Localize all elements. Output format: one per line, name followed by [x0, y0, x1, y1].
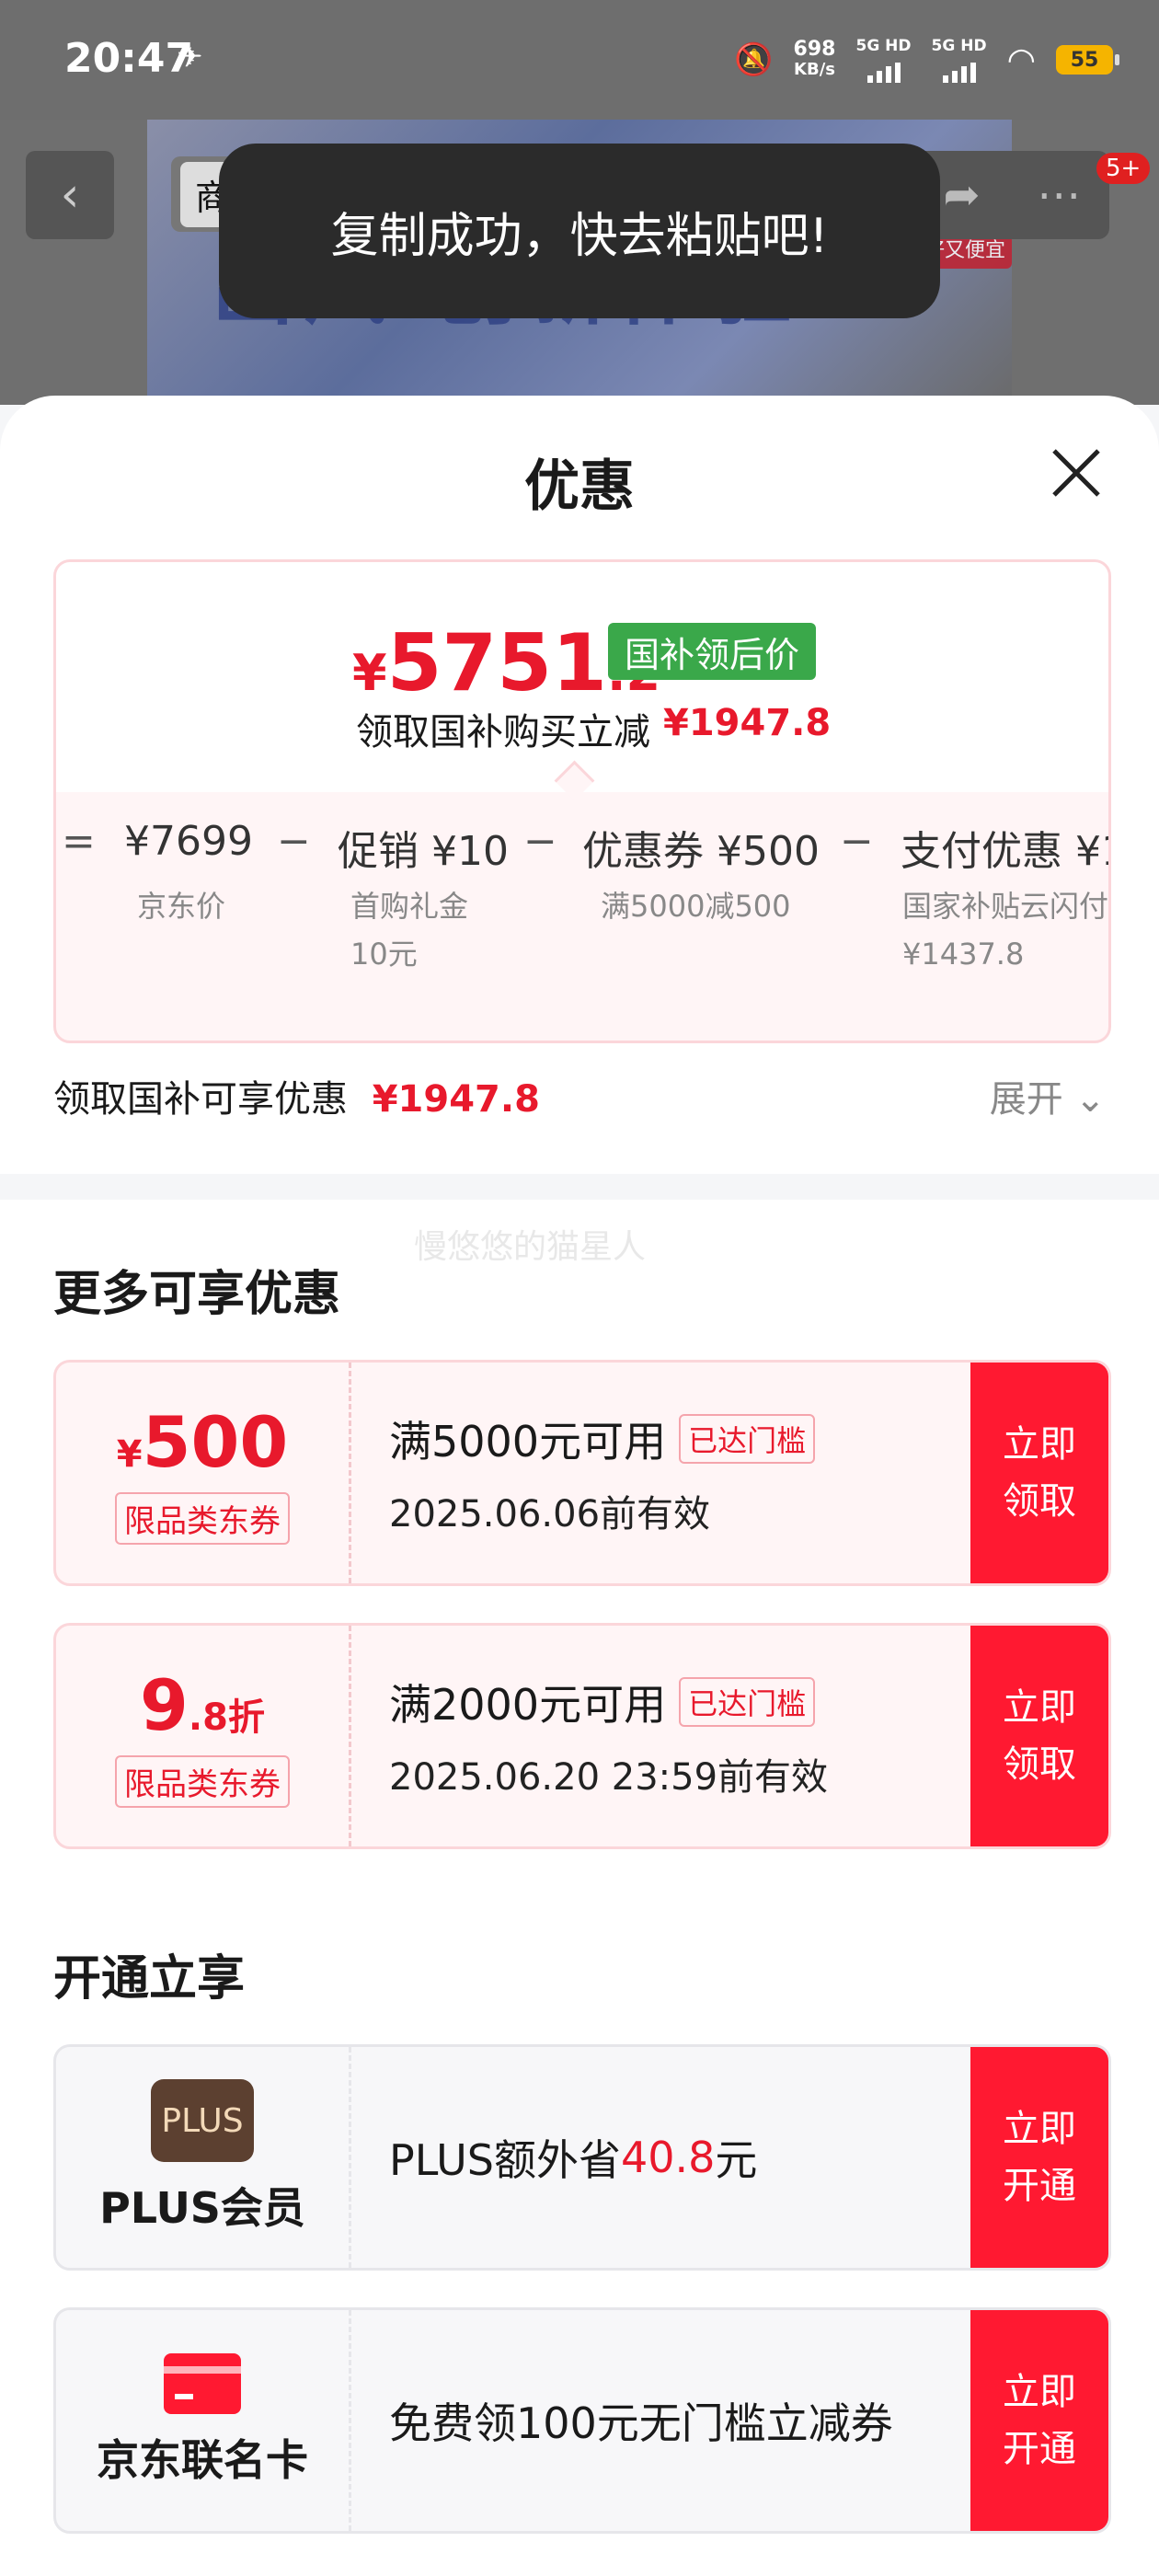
membership-card-plus: PLUS PLUS会员 PLUS额外省 40.8 元 立即 开通: [53, 2044, 1111, 2271]
dashed-divider: [349, 1626, 351, 1846]
member-benefit: PLUS额外省 40.8 元: [389, 2133, 758, 2185]
open-plus-button[interactable]: 立即 开通: [970, 2047, 1108, 2268]
equals-sign: =: [62, 818, 96, 865]
minus-sign: −: [523, 818, 557, 865]
dashed-divider: [349, 2310, 351, 2531]
credit-card-icon: [164, 2353, 241, 2414]
discount-sheet: 优惠 ¥ 5751 .2 国补领后价 领取国补购买立减 ¥1947.8 = ¥7…: [0, 396, 1159, 2576]
net-speed: 698 KB/s: [793, 38, 836, 80]
copy-toast: 复制成功，快去粘贴吧!: [219, 144, 940, 318]
calc-label: 首购礼金: [350, 889, 469, 924]
wifi-icon: ◠: [1006, 40, 1036, 79]
calc-label: 国家补贴云闪付: [902, 889, 1109, 924]
signal-bars-icon: [942, 55, 976, 83]
claim-coupon-button[interactable]: 立即 领取: [970, 1363, 1108, 1583]
expand-button[interactable]: 展开 ⌄: [990, 1069, 1106, 1122]
calc-amount: 支付优惠 ¥1: [901, 828, 1111, 875]
claim-coupon-button[interactable]: 立即 领取: [970, 1626, 1108, 1846]
section-title-more-offers: 更多可享优惠: [53, 1267, 341, 1322]
more-icon[interactable]: ⋯: [1037, 169, 1081, 221]
calc-label: 满5000减500: [601, 889, 791, 924]
back-button[interactable]: ‹: [26, 151, 114, 239]
minus-sign: −: [277, 818, 311, 865]
subsidy-line: 领取国补购买立减 ¥1947.8: [356, 702, 832, 753]
signal-2: 5G HD: [932, 37, 987, 83]
calc-label: 10元: [350, 937, 418, 972]
cart-badge: 5+: [1096, 153, 1151, 184]
close-icon[interactable]: [1049, 445, 1104, 500]
clock: 20:47: [64, 35, 194, 82]
mute-icon: 🔕: [734, 41, 774, 78]
coupon-condition: 满5000元可用 已达门槛: [389, 1409, 816, 1469]
calc-amount: 促销 ¥10: [338, 828, 509, 875]
coupon-card: 9 .8折 限品类东券 满2000元可用 已达门槛 2025.06.20 23:…: [53, 1623, 1111, 1849]
dashed-divider: [349, 2047, 351, 2268]
chevron-down-icon: ⌄: [1074, 1078, 1106, 1121]
coupon-value: 9 .8折 限品类东券: [56, 1626, 349, 1846]
coupon-validity: 2025.06.20 23:59前有效: [389, 1756, 829, 1799]
threshold-reached-badge: 已达门槛: [679, 1414, 816, 1464]
status-bar: 20:47 ✈ 🔕 698 KB/s 5G HD 5G HD ◠ 55: [0, 0, 1159, 120]
status-icons: 🔕 698 KB/s 5G HD 5G HD ◠ 55: [734, 37, 1119, 83]
share-icon[interactable]: ➦: [943, 169, 980, 221]
calc-label: 京东价: [137, 889, 226, 924]
coupon-card: ¥ 500 限品类东券 满5000元可用 已达门槛 2025.06.06前有效 …: [53, 1360, 1111, 1586]
sheet-title: 优惠: [524, 454, 635, 519]
dashed-divider: [349, 1363, 351, 1583]
calc-amount: 优惠券 ¥500: [582, 828, 820, 875]
battery-icon: 55: [1056, 45, 1119, 75]
subsidy-summary-row: 领取国补可享优惠 ¥1947.8 展开 ⌄: [53, 1069, 1106, 1124]
watermark: 慢悠悠的猫星人: [414, 1228, 647, 1266]
section-divider: [0, 1174, 1159, 1200]
calc-amount: ¥7699: [124, 818, 253, 865]
coupon-validity: 2025.06.06前有效: [389, 1493, 711, 1535]
price-breakdown-box: ¥ 5751 .2 国补领后价 领取国补购买立减 ¥1947.8 = ¥7699…: [53, 559, 1111, 1043]
minus-sign: −: [840, 818, 874, 865]
membership-card-jd-card: 京东联名卡 免费领100元无门槛立减券 立即 开通: [53, 2307, 1111, 2534]
app-notification-icon: ✈: [177, 39, 203, 75]
member-name: 京东联名卡: [97, 2435, 308, 2485]
coupon-condition: 满2000元可用 已达门槛: [389, 1672, 816, 1732]
subsidy-price-tag: 国补领后价: [608, 623, 817, 680]
section-title-membership: 开通立享: [53, 1951, 246, 2007]
chevron-left-icon: ‹: [60, 167, 80, 223]
coupon-value: ¥ 500 限品类东券: [56, 1363, 349, 1583]
threshold-reached-badge: 已达门槛: [679, 1677, 816, 1727]
member-name: PLUS会员: [99, 2183, 305, 2233]
caret: [554, 760, 595, 801]
coupon-type-tag: 限品类东券: [115, 1755, 290, 1808]
calc-label: ¥1437.8: [902, 937, 1025, 972]
signal-1: 5G HD: [855, 37, 912, 83]
plus-logo-icon: PLUS: [151, 2079, 254, 2162]
open-card-button[interactable]: 立即 开通: [970, 2310, 1108, 2531]
coupon-type-tag: 限品类东券: [115, 1492, 290, 1545]
signal-bars-icon: [866, 55, 901, 83]
price-calculation: = ¥7699 京东价 − 促销 ¥10 首购礼金 10元 − 优惠券 ¥500…: [56, 818, 1108, 1020]
member-benefit: 免费领100元无门槛立减券: [389, 2398, 893, 2448]
